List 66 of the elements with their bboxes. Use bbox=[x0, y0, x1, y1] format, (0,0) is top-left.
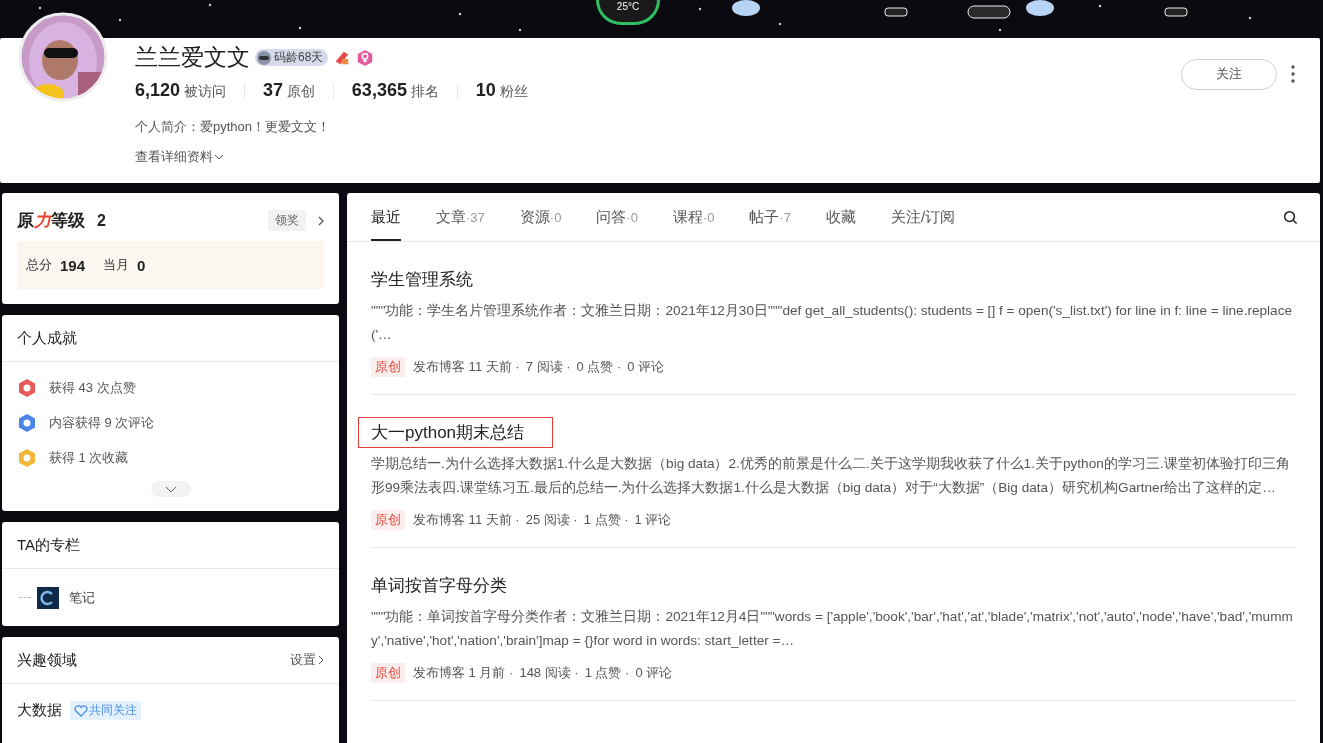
meta-text: 发布博客 1 月前 · bbox=[413, 664, 514, 682]
chevron-right-icon[interactable] bbox=[318, 215, 324, 226]
score-label: 总分 bbox=[26, 256, 52, 274]
search-icon[interactable] bbox=[1283, 209, 1298, 225]
achievement-text: 内容获得 9 次评论 bbox=[49, 414, 155, 432]
details-link[interactable]: 查看详细资料 bbox=[135, 148, 528, 166]
tab[interactable]: 问答·0 bbox=[596, 193, 638, 241]
interest-name: 大数据 bbox=[17, 701, 62, 720]
column-link[interactable]: 笔记 bbox=[69, 588, 95, 607]
tab[interactable]: 收藏 bbox=[826, 193, 857, 241]
meta-text: 0 评论 bbox=[627, 358, 665, 376]
tab[interactable]: 帖子·7 bbox=[749, 193, 792, 241]
card-title: TA的专栏 bbox=[17, 535, 81, 555]
meta-text: 0 点赞 · bbox=[576, 358, 622, 376]
meta-text: 1 点赞 · bbox=[584, 664, 630, 682]
badge-icon bbox=[17, 448, 37, 468]
badge-icon bbox=[17, 413, 37, 433]
meta-text: 0 评论 bbox=[635, 664, 673, 682]
stat-item: 6,120 被访问 bbox=[135, 80, 226, 101]
meta-text: 1 评论 bbox=[634, 511, 672, 529]
article-title[interactable]: 学生管理系统 bbox=[371, 265, 473, 294]
tab[interactable]: 课程·0 bbox=[672, 193, 715, 241]
meta-text: 25 阅读 · bbox=[525, 511, 578, 529]
meta-text: 1 点赞 · bbox=[583, 511, 629, 529]
tab[interactable]: 关注/订阅 bbox=[891, 193, 956, 241]
stat-item: 10 粉丝 bbox=[475, 80, 528, 101]
shared-follow-badge: 共同关注 bbox=[70, 701, 141, 720]
medal-icon bbox=[356, 48, 375, 67]
article-title[interactable]: 大一python期末总结 bbox=[359, 418, 553, 447]
tab[interactable]: 资源·0 bbox=[519, 193, 562, 241]
settings-link[interactable]: 设置 bbox=[290, 651, 324, 669]
chevron-right-icon[interactable] bbox=[318, 655, 324, 665]
chevron-down-icon[interactable] bbox=[164, 485, 177, 493]
card-title: 个人成就 bbox=[17, 328, 77, 348]
meta-text: 7 阅读 · bbox=[525, 358, 571, 376]
original-tag: 原创 bbox=[371, 510, 405, 530]
article-summary: """功能：学生名片管理系统作者：文雅兰日期：2021年12月30日"""def get_all_students(): students = [] f = open('s_list.txt') for line in f: line = line.replace('… bbox=[371, 302, 1293, 344]
more-icon[interactable] bbox=[1291, 65, 1295, 83]
article-summary: 学期总结一.为什么选择大数据1.什么是大数据（big data）2.优秀的前景是什么二.关于这学期我收获了什么1.关于python的学习三.课堂初体验打印三角形99乘法表四.课堂练习五.最后的总结一.为什么选择大数据1.什么是大数据（big data）对于“大数据”（Big data）研究机构Gartner给出了这样的定… bbox=[371, 455, 1291, 497]
meta-text: 发布博客 11 天前 · bbox=[413, 511, 520, 529]
original-tag: 原创 bbox=[371, 357, 405, 377]
column-thumbnail-icon bbox=[37, 586, 59, 609]
meta-text: 发布博客 11 天前 · bbox=[413, 358, 520, 376]
stat-item: 37 原创 bbox=[262, 80, 315, 101]
card-title: 兴趣领域 bbox=[17, 650, 77, 670]
original-tag: 原创 bbox=[371, 663, 405, 683]
reward-button[interactable]: 领奖 bbox=[268, 210, 306, 231]
article-summary: """功能：单词按首字母分类作者：文雅兰日期：2021年12月4日"""words = ['apple','book','bar','hat','at','blade','matrix','not','auto','node','have','bad','mummy','native','hot','nation','brain']map = {}for word in words: start_letter =… bbox=[371, 608, 1294, 650]
user-name: 兰兰爱文文 bbox=[135, 43, 250, 72]
meta-text: 148 阅读 · bbox=[519, 664, 579, 682]
follow-button[interactable]: 关注 bbox=[1181, 58, 1277, 90]
code-age-badge: 码龄68天 bbox=[255, 49, 329, 66]
stat-item: 63,365 排名 bbox=[351, 80, 439, 101]
achievement-text: 获得 43 次点赞 bbox=[49, 379, 136, 397]
achievement-text: 获得 1 次收藏 bbox=[49, 449, 129, 467]
tab[interactable]: 文章·37 bbox=[436, 193, 485, 241]
level-value: 2 bbox=[97, 211, 106, 230]
score-value: 194 bbox=[60, 256, 86, 274]
article-title[interactable]: 单词按首字母分类 bbox=[371, 571, 507, 600]
chevron-down-icon[interactable] bbox=[214, 154, 224, 160]
bio-text: 个人简介：爱python！更爱文文！ bbox=[135, 118, 332, 136]
level-title: 原力等级 bbox=[17, 210, 85, 232]
score-label: 当月 bbox=[103, 256, 130, 274]
tab[interactable]: 最近 bbox=[371, 193, 401, 241]
score-value: 0 bbox=[137, 256, 146, 274]
badge-icon bbox=[17, 378, 37, 398]
